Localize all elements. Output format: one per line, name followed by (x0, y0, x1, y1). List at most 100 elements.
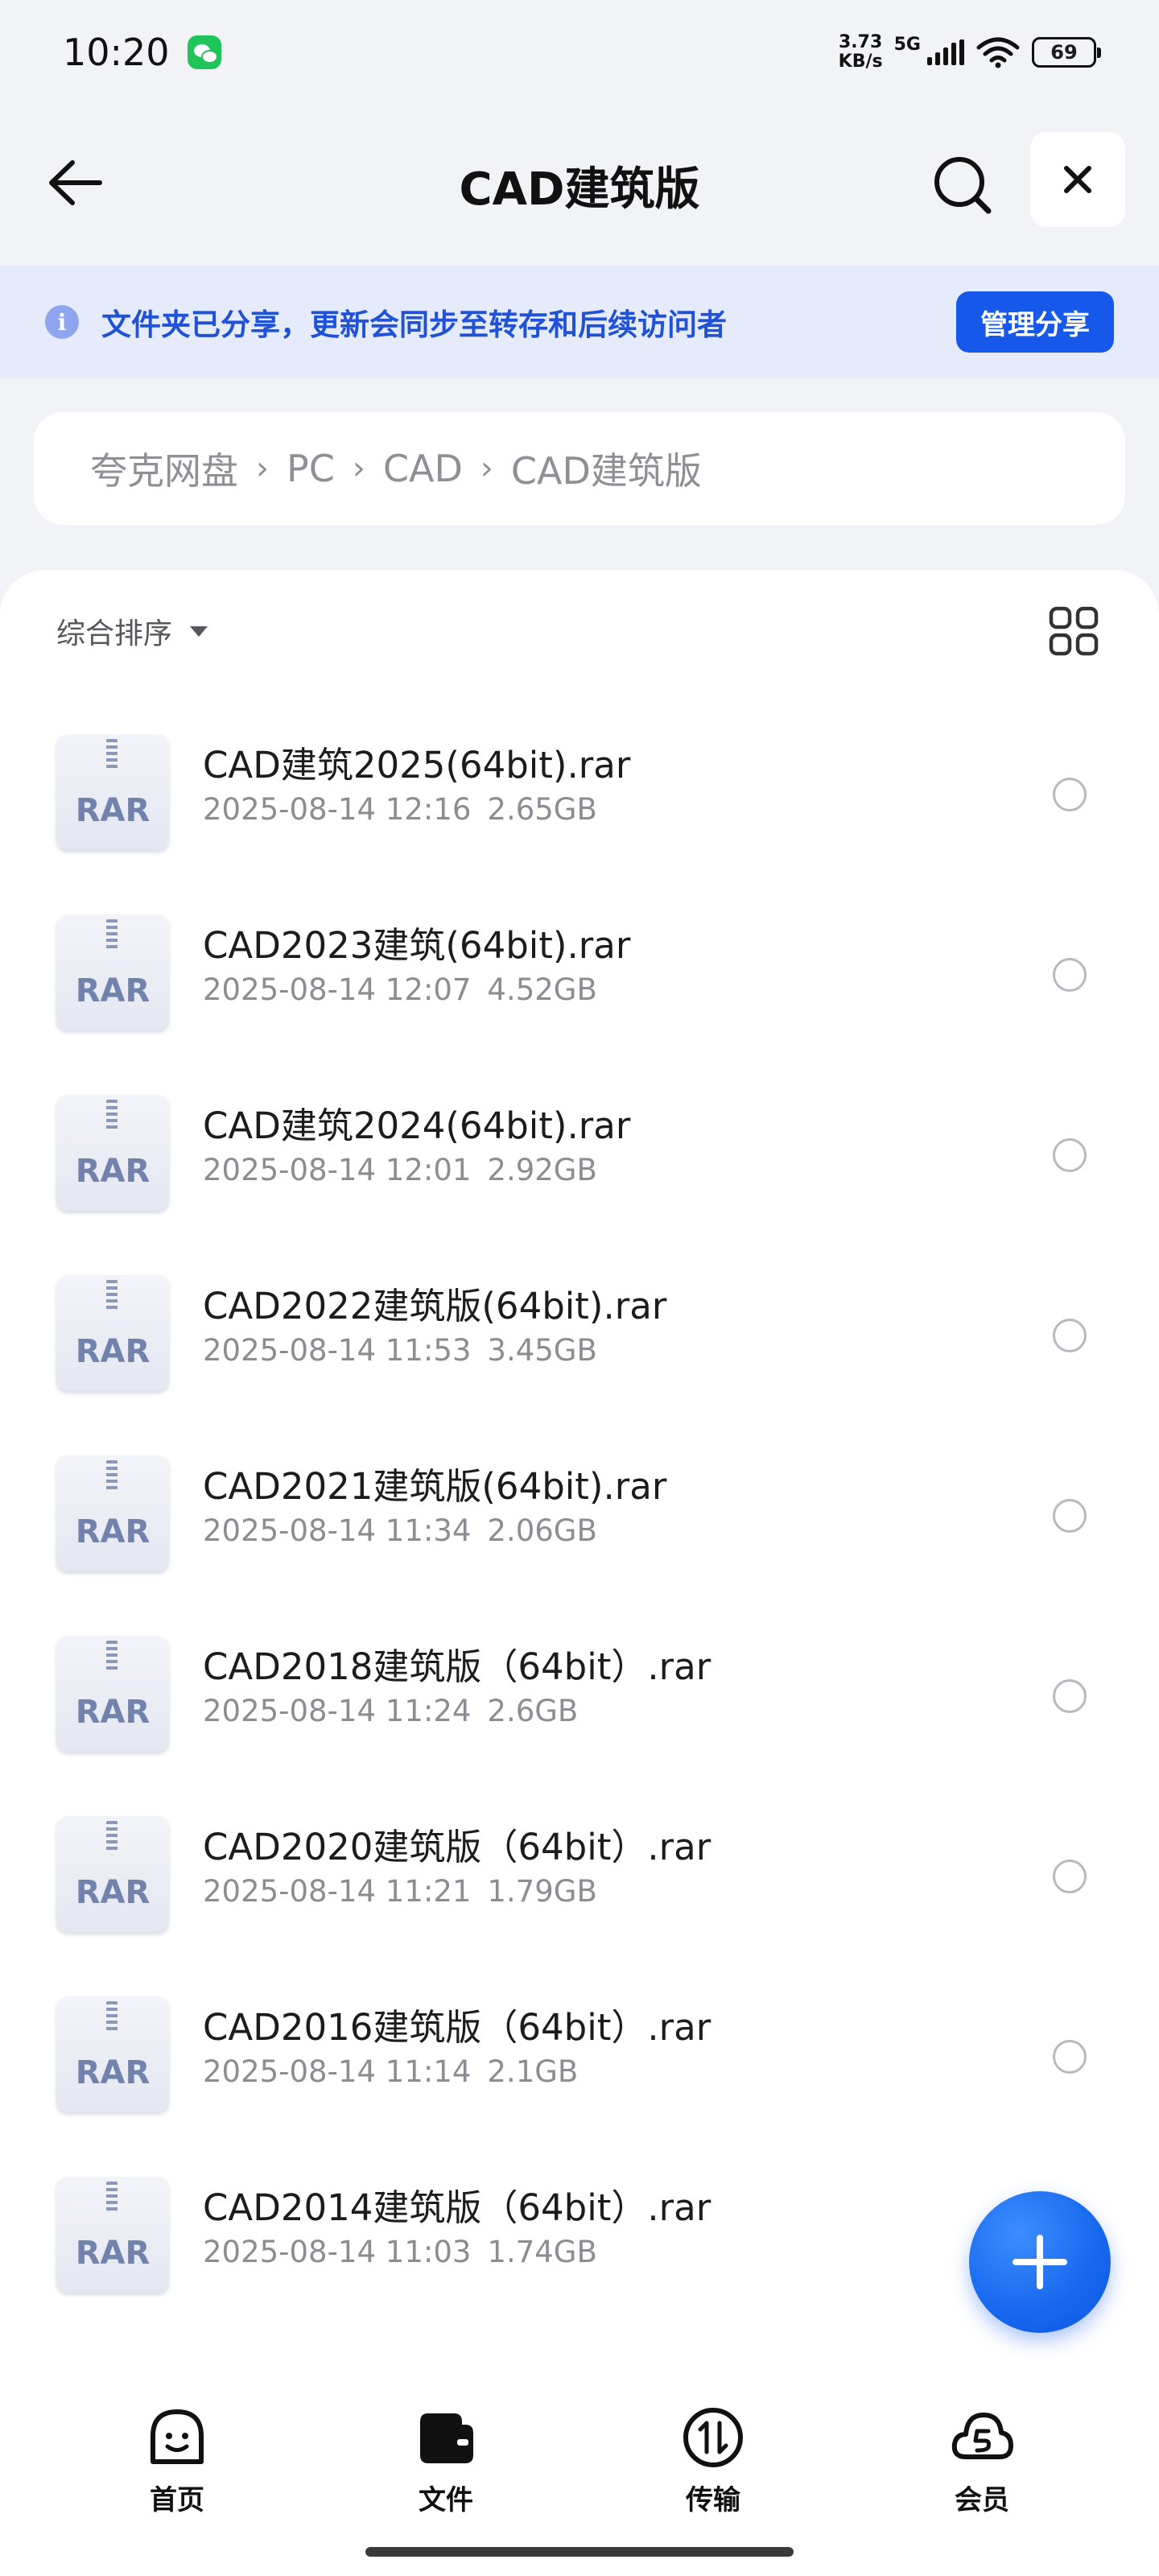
file-meta: 2025-08-14 12:16 2.65GB (203, 792, 597, 827)
rar-icon-label: RAR (75, 1153, 151, 1190)
file-date: 2025-08-14 11:24 (203, 1694, 472, 1728)
caret-down-icon (190, 625, 208, 637)
rar-icon-label: RAR (75, 1513, 151, 1550)
search-icon[interactable] (930, 153, 995, 217)
rar-file-icon: RAR (56, 1636, 169, 1752)
nav-label-transfer: 传输 (686, 2484, 740, 2516)
file-size: 2.1GB (487, 2054, 579, 2089)
file-name: CAD2021建筑版(64bit).rar (203, 1465, 667, 1508)
rar-icon-label: RAR (75, 792, 151, 829)
rar-icon-label: RAR (75, 1333, 151, 1370)
grid-view-icon[interactable] (1048, 605, 1099, 657)
info-icon: i (45, 305, 79, 339)
select-radio[interactable] (1053, 2040, 1087, 2074)
breadcrumb-item-pc[interactable]: PC (287, 447, 335, 490)
status-bar: 10:20 3.73 KB/s 5G 69 (0, 0, 1159, 105)
sort-dropdown[interactable]: 综合排序 (56, 610, 208, 652)
file-size: 1.79GB (487, 1874, 597, 1909)
chevron-right-icon: › (480, 450, 493, 487)
file-name: CAD建筑2025(64bit).rar (203, 744, 631, 786)
file-meta: 2025-08-14 11:21 1.79GB (203, 1874, 597, 1909)
close-icon (1064, 166, 1091, 193)
home-indicator[interactable] (365, 2547, 794, 2557)
nav-item-transfer[interactable]: 传输 (633, 2404, 794, 2517)
file-meta: 2025-08-14 11:24 2.6GB (203, 1694, 578, 1728)
select-radio[interactable] (1053, 1138, 1087, 1172)
file-meta: 2025-08-14 11:03 1.74GB (203, 2235, 597, 2269)
rar-file-icon: RAR (56, 1816, 169, 1932)
select-radio[interactable] (1053, 1679, 1087, 1713)
file-date: 2025-08-14 11:53 (203, 1333, 472, 1368)
rar-file-icon: RAR (56, 1095, 169, 1211)
file-date: 2025-08-14 12:01 (203, 1153, 472, 1187)
rar-file-icon: RAR (56, 2177, 169, 2293)
select-radio[interactable] (1053, 958, 1087, 992)
network-type: 5G (893, 35, 921, 55)
file-name: CAD2023建筑(64bit).rar (203, 924, 631, 967)
file-name: CAD2018建筑版（64bit）.rar (203, 1645, 711, 1688)
network-speed-value: 3.73 (839, 32, 883, 52)
rar-file-icon: RAR (56, 1275, 169, 1391)
breadcrumb-item-root[interactable]: 夸克网盘 (90, 442, 238, 495)
breadcrumb-item-current: CAD建筑版 (510, 449, 702, 493)
file-date: 2025-08-14 11:14 (203, 2054, 472, 2089)
manage-share-button[interactable]: 管理分享 (956, 291, 1114, 353)
select-radio[interactable] (1053, 778, 1087, 811)
share-notice-text: 文件夹已分享，更新会同步至转存和后续访问者 (101, 308, 727, 342)
breadcrumb-item-cad[interactable]: CAD (383, 447, 463, 490)
wifi-icon (976, 37, 1020, 68)
file-row[interactable]: RAR CAD2020建筑版（64bit）.rar 2025-08-14 11:… (0, 1787, 1159, 1967)
folder-icon (420, 2413, 473, 2463)
home-face-icon (151, 2409, 204, 2464)
file-date: 2025-08-14 11:34 (203, 1513, 472, 1548)
file-list: RAR CAD建筑2025(64bit).rar 2025-08-14 12:1… (0, 705, 1159, 2328)
select-radio[interactable] (1053, 1499, 1087, 1533)
file-row[interactable]: RAR CAD建筑2025(64bit).rar 2025-08-14 12:1… (0, 705, 1159, 886)
nav-label-files: 文件 (419, 2484, 473, 2516)
nav-item-home[interactable]: 首页 (97, 2404, 258, 2517)
file-size: 2.65GB (487, 792, 597, 827)
file-meta: 2025-08-14 11:34 2.06GB (203, 1513, 597, 1548)
close-button[interactable] (1030, 132, 1125, 227)
file-row[interactable]: RAR CAD2021建筑版(64bit).rar 2025-08-14 11:… (0, 1426, 1159, 1607)
plus-icon (1013, 2235, 1067, 2289)
file-row[interactable]: RAR CAD建筑2024(64bit).rar 2025-08-14 12:0… (0, 1066, 1159, 1246)
file-size: 4.52GB (487, 972, 597, 1007)
signal-icon (927, 39, 964, 65)
file-row[interactable]: RAR CAD2022建筑版(64bit).rar 2025-08-14 11:… (0, 1246, 1159, 1426)
file-row[interactable]: RAR CAD2016建筑版（64bit）.rar 2025-08-14 11:… (0, 1967, 1159, 2148)
chevron-right-icon: › (352, 450, 365, 487)
file-date: 2025-08-14 11:03 (203, 2235, 472, 2269)
select-radio[interactable] (1053, 1860, 1087, 1893)
add-button[interactable] (969, 2191, 1111, 2333)
nav-item-files[interactable]: 文件 (365, 2404, 526, 2517)
file-date: 2025-08-14 11:21 (203, 1874, 472, 1909)
file-name: CAD建筑2024(64bit).rar (203, 1104, 631, 1147)
breadcrumb: 夸克网盘 › PC › CAD › CAD建筑版 (34, 412, 1125, 525)
sort-label: 综合排序 (56, 617, 173, 650)
network-speed-unit: KB/s (838, 52, 883, 72)
file-meta: 2025-08-14 12:07 4.52GB (203, 972, 597, 1007)
file-name: CAD2020建筑版（64bit）.rar (203, 1826, 711, 1868)
rar-icon-label: RAR (75, 2235, 151, 2272)
file-row[interactable]: RAR CAD2023建筑(64bit).rar 2025-08-14 12:0… (0, 886, 1159, 1066)
file-size: 3.45GB (487, 1333, 597, 1368)
rar-icon-label: RAR (75, 1874, 151, 1911)
file-meta: 2025-08-14 11:53 3.45GB (203, 1333, 597, 1368)
nav-label-home: 首页 (150, 2484, 204, 2516)
file-row[interactable]: RAR CAD2018建筑版（64bit）.rar 2025-08-14 11:… (0, 1607, 1159, 1787)
status-indicators: 3.73 KB/s 5G 69 (838, 32, 1101, 72)
rar-icon-label: RAR (75, 972, 151, 1009)
select-radio[interactable] (1053, 1319, 1087, 1352)
nav-item-vip[interactable]: 会员 (901, 2404, 1062, 2517)
file-name: CAD2016建筑版（64bit）.rar (203, 2006, 711, 2049)
file-date: 2025-08-14 12:07 (203, 972, 472, 1007)
chevron-right-icon: › (256, 450, 269, 487)
vip-cloud-icon (951, 2413, 1013, 2459)
file-meta: 2025-08-14 11:14 2.1GB (203, 2054, 578, 2089)
rar-file-icon: RAR (56, 1996, 169, 2112)
transfer-icon (683, 2408, 743, 2467)
rar-file-icon: RAR (56, 1455, 169, 1571)
file-name: CAD2014建筑版（64bit）.rar (203, 2186, 711, 2229)
file-size: 2.92GB (487, 1153, 597, 1187)
